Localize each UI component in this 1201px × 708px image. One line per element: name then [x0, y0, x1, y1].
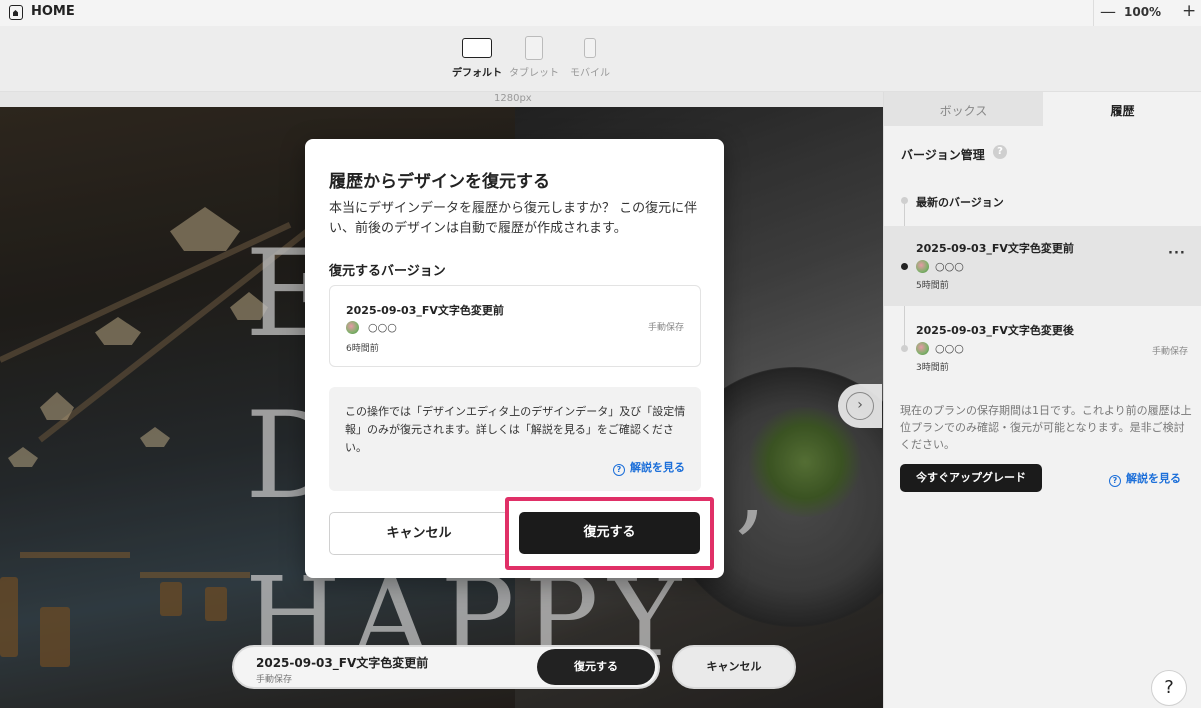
- avatar: [916, 342, 929, 355]
- more-icon[interactable]: ···: [1168, 246, 1186, 261]
- save-type-label: 手動保存: [1151, 347, 1188, 357]
- canvas-width-label: 1280px: [494, 93, 532, 104]
- timeline-dot: [901, 263, 908, 270]
- info-text: この操作では「デザインエディタ上のデザインデータ」及び「設定情報」のみが復元され…: [345, 405, 686, 454]
- zoom-control: — 100% +: [1093, 0, 1201, 26]
- device-switcher: デフォルト タブレット モバイル: [0, 26, 1201, 92]
- tab-history[interactable]: 履歴: [1043, 92, 1201, 126]
- right-panel: ボックス 履歴 バージョン管理 ? 最新のバージョン 2025-09-03_FV…: [883, 92, 1201, 708]
- version-management-title: バージョン管理: [901, 148, 985, 162]
- history-item-name: 2025-09-03_FV文字色変更後: [916, 324, 1074, 337]
- plan-note: 現在のプランの保存期間は1日です。これより前の履歴は上位プランでのみ確認・復元が…: [900, 404, 1192, 451]
- restore-bar: 2025-09-03_FV文字色変更前 手動保存 復元する: [232, 645, 660, 689]
- question-icon: ?: [1109, 475, 1121, 487]
- upgrade-button[interactable]: 今すぐアップグレード: [900, 464, 1042, 492]
- device-tablet-button[interactable]: タブレット: [509, 36, 559, 79]
- device-mobile-button[interactable]: モバイル: [570, 38, 610, 79]
- restore-button-highlight: [505, 497, 714, 570]
- latest-version-item[interactable]: 最新のバージョン: [916, 194, 1004, 210]
- save-type-label: 手動保存: [647, 323, 684, 333]
- timeline-dot: [901, 345, 908, 352]
- restore-bar-cancel-button[interactable]: キャンセル: [672, 645, 796, 689]
- help-icon[interactable]: ?: [993, 145, 1007, 159]
- help-button[interactable]: ?: [1151, 670, 1187, 706]
- version-user: ○○○: [368, 321, 397, 334]
- timeline-dot: [901, 197, 908, 204]
- question-icon: ?: [613, 464, 625, 476]
- history-item-2[interactable]: 2025-09-03_FV文字色変更後 ○○○ 3時間前 手動保存: [884, 308, 1201, 388]
- history-item-user: ○○○: [935, 260, 964, 273]
- page-title: HOME: [31, 4, 75, 19]
- mobile-icon: [584, 38, 596, 58]
- version-name: 2025-09-03_FV文字色変更前: [346, 304, 504, 317]
- zoom-out-button[interactable]: —: [1100, 2, 1116, 21]
- zoom-level: 100%: [1124, 5, 1162, 19]
- ruler: 1280px: [0, 92, 883, 107]
- home-icon[interactable]: [9, 5, 23, 20]
- dialog-title: 履歴からデザインを復元する: [329, 172, 550, 192]
- help-link[interactable]: ? 解説を見る: [613, 459, 685, 476]
- zoom-in-button[interactable]: +: [1182, 1, 1196, 21]
- cancel-button[interactable]: キャンセル: [329, 512, 509, 555]
- desktop-icon: [462, 38, 492, 58]
- restore-bar-version-name: 2025-09-03_FV文字色変更前: [256, 656, 429, 670]
- history-item-1[interactable]: 2025-09-03_FV文字色変更前 ○○○ 5時間前 ···: [884, 226, 1201, 306]
- tablet-icon: [525, 36, 543, 60]
- restore-version-label: 復元するバージョン: [329, 264, 446, 279]
- avatar: [916, 260, 929, 273]
- help-link[interactable]: ? 解説を見る: [1109, 470, 1181, 487]
- chevron-right-icon: ›: [846, 392, 874, 420]
- history-item-time: 5時間前: [916, 281, 949, 291]
- dialog-description: 本当にデザインデータを履歴から復元しますか？ この復元に伴い、前後のデザインは自…: [329, 201, 698, 236]
- history-item-time: 3時間前: [916, 363, 949, 373]
- history-item-user: ○○○: [935, 342, 964, 355]
- version-time: 6時間前: [346, 344, 379, 354]
- panel-tabs: ボックス 履歴: [884, 92, 1201, 126]
- top-bar: HOME — 100% +: [0, 0, 1201, 26]
- history-item-name: 2025-09-03_FV文字色変更前: [916, 242, 1074, 255]
- info-box: この操作では「デザインエディタ上のデザインデータ」及び「設定情報」のみが復元され…: [329, 387, 701, 491]
- avatar: [346, 321, 359, 334]
- next-slide-button[interactable]: ›: [838, 384, 882, 428]
- restore-version-card: 2025-09-03_FV文字色変更前 ○○○ 手動保存 6時間前: [329, 285, 701, 367]
- tab-box[interactable]: ボックス: [884, 92, 1043, 126]
- device-default-button[interactable]: デフォルト: [452, 38, 502, 79]
- restore-bar-save-type: 手動保存: [256, 675, 293, 685]
- restore-bar-restore-button[interactable]: 復元する: [537, 649, 655, 685]
